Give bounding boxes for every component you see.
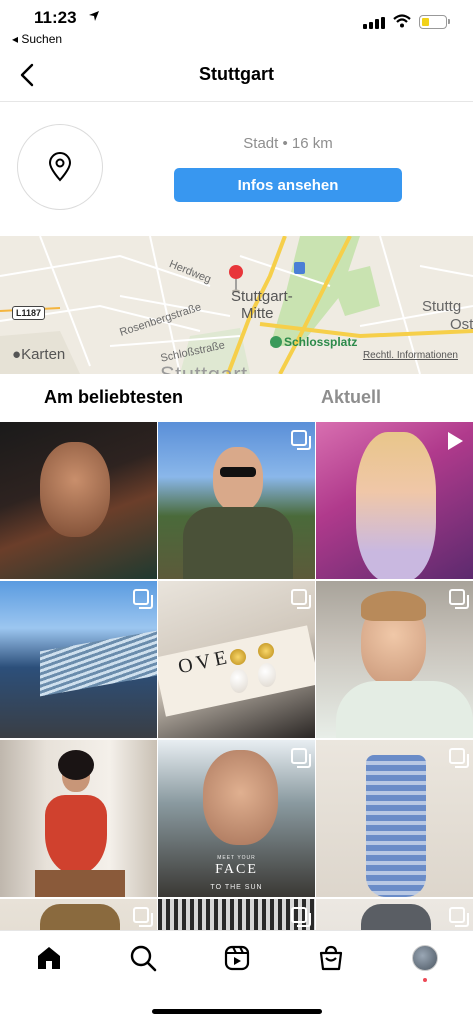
grid-post[interactable] [0,899,157,930]
multi-post-icon [449,748,469,768]
home-icon [38,947,60,969]
location-map[interactable]: Herdweg Rosenbergstraße Schloßstraße L11… [0,236,473,374]
legal-link[interactable]: Rechtl. Informationen [363,350,458,361]
apple-maps-logo: ●Karten [12,346,66,363]
multi-post-icon [291,748,311,768]
wifi-icon [393,14,411,28]
nav-home[interactable] [34,943,64,973]
grid-post[interactable] [316,899,473,930]
location-avatar [17,124,103,210]
overlay-sub-text: TO THE SUN [210,884,263,891]
map-label-ost-2: Ost [450,316,473,333]
location-subtitle: Stadt • 16 km [243,135,333,152]
apple-icon: ● [12,346,22,363]
grid-post[interactable]: OVE [158,581,315,738]
grid-post[interactable] [0,581,157,738]
bottom-nav [0,930,473,990]
post-grid: OVE MEET YOUR FACE TO THE SUN [0,422,473,930]
nav-profile[interactable] [410,943,440,973]
grid-post[interactable] [316,581,473,738]
post-tabs: Am beliebtesten Aktuell [0,374,473,422]
map-label-mitte-1: Stuttgart- [231,288,293,305]
multi-post-icon [291,907,311,927]
grid-post[interactable]: MEET YOUR FACE TO THE SUN [158,740,315,897]
home-indicator [152,1009,322,1014]
multi-post-icon [133,589,153,609]
multi-post-icon [449,907,469,927]
road-sign-l1187: L1187 [12,306,46,320]
grid-post[interactable] [0,740,157,897]
multi-post-icon [291,430,311,450]
multi-post-icon [449,589,469,609]
top-header: Stuttgart [0,50,473,102]
nav-shop[interactable] [316,943,346,973]
reels-icon [224,945,250,971]
status-bar: 11:23 ◂ Suchen [0,0,473,50]
notification-dot [423,978,427,982]
shop-icon [319,945,343,971]
map-label-city: Stuttgart [160,362,248,374]
multi-post-icon [291,589,311,609]
location-pin-icon [48,152,72,182]
grid-post[interactable] [158,899,315,930]
page-title: Stuttgart [199,64,274,84]
tab-recent[interactable]: Aktuell [321,387,381,408]
map-label-ost-1: Stuttg [422,298,462,315]
info-button[interactable]: Infos ansehen [174,168,402,202]
battery-icon [419,15,450,29]
search-icon [130,945,157,972]
back-to-app-link[interactable]: ◂ Suchen [12,32,62,46]
multi-post-icon [133,907,153,927]
grid-post[interactable] [316,740,473,897]
grid-post[interactable] [316,422,473,579]
nav-reels[interactable] [222,943,252,973]
grid-post[interactable] [0,422,157,579]
location-arrow-icon [89,11,99,21]
profile-avatar [412,945,438,971]
nav-search[interactable] [128,943,158,973]
tab-top[interactable]: Am beliebtesten [44,387,183,408]
overlay-big-text: FACE [215,862,258,877]
map-label-schlossplatz: Schlossplatz [284,335,358,349]
reel-play-icon [448,432,463,450]
grid-post[interactable] [158,422,315,579]
map-label-mitte-2: Mitte [241,305,274,322]
cell-signal-icon [363,17,385,29]
status-time: 11:23 [34,8,77,27]
